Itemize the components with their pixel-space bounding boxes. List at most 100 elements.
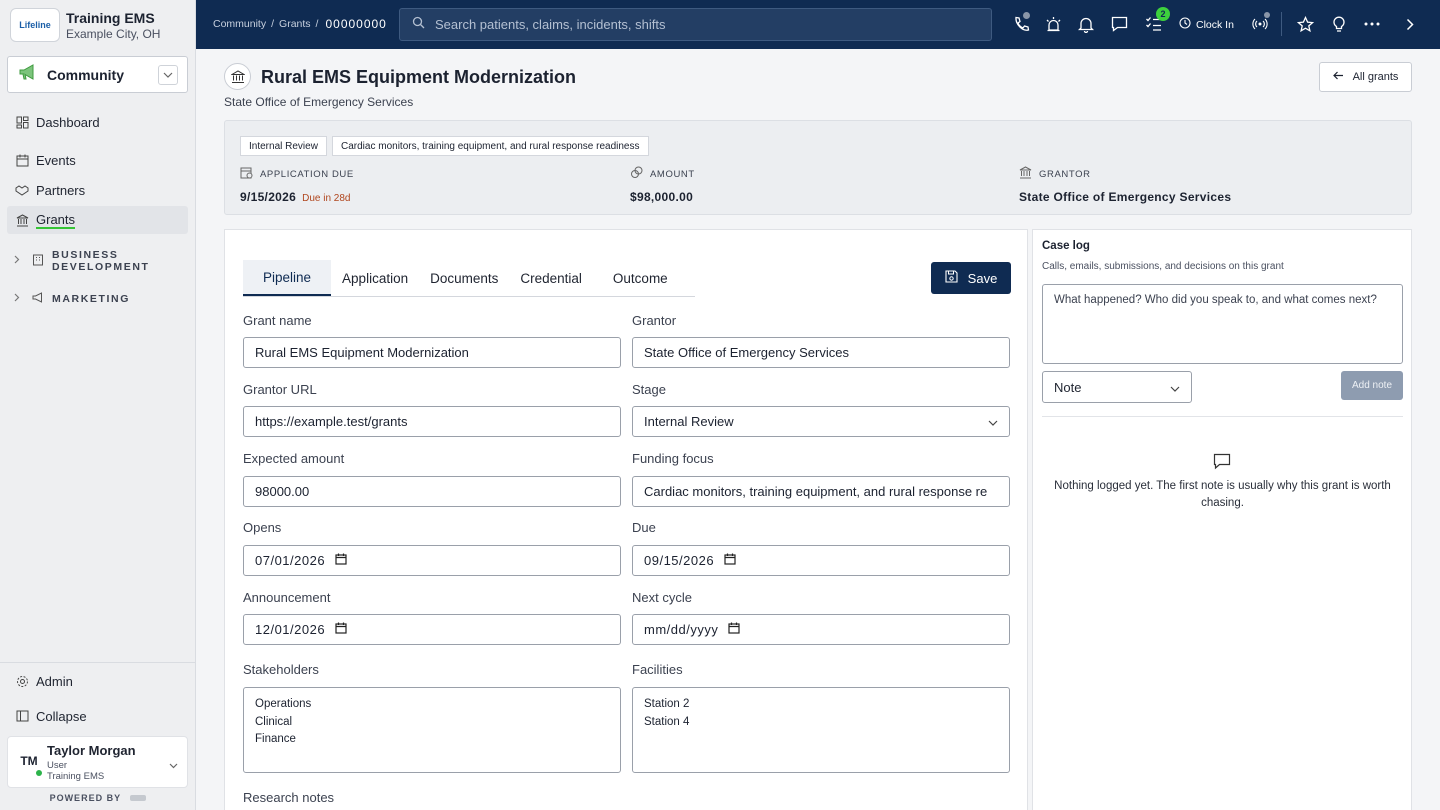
sidebar-group-business-development[interactable]: BUSINESS DEVELOPMENT [14,249,152,273]
user-name: Taylor Morgan [47,743,136,758]
opens-date-field[interactable]: 07/01/2026 [243,545,621,576]
user-org: Training EMS [47,771,105,782]
case-entry-type-value: Note [1054,379,1082,395]
tab-credential[interactable]: Credential [509,260,593,296]
stakeholders-label: Stakeholders [243,662,319,677]
siren-icon[interactable] [1043,14,1063,34]
due-value: 09/15/2026 [644,553,715,568]
facility-line: Station 2 [644,698,690,710]
chat-icon[interactable] [1109,14,1129,34]
powered-by-label: POWERED BY [49,793,121,803]
user-menu[interactable]: TM Taylor Morgan User Training EMS [7,736,188,788]
save-button[interactable]: Save [931,262,1011,294]
sidebar-item-label: Events [36,152,76,168]
grantor-url-field[interactable]: https://example.test/grants [243,406,621,437]
sidebar-collapse-button[interactable]: Collapse [7,702,188,730]
chevron-down-icon[interactable] [158,65,178,85]
opens-label: Opens [243,520,282,535]
breadcrumb-current-id: 00000000 [325,17,387,31]
breadcrumb-grants[interactable]: Grants [279,18,311,30]
calendar-icon[interactable] [728,622,740,637]
next-cycle-date-field[interactable]: mm/dd/yyyy [632,614,1010,645]
page-subtitle: State Office of Emergency Services [224,95,414,109]
sidebar-item-admin[interactable]: Admin [7,667,188,695]
grant-name-field[interactable]: Rural EMS Equipment Modernization [243,337,621,368]
add-note-button[interactable]: Add note [1341,371,1403,400]
due-label: Due [632,520,656,535]
bell-icon[interactable] [1076,14,1096,34]
global-search[interactable] [399,8,992,41]
chevron-right-icon[interactable] [1400,14,1420,34]
amount-value: $98,000.00 [630,190,694,204]
calendar-icon[interactable] [724,553,736,568]
case-log-panel: Case log Calls, emails, submissions, and… [1032,229,1412,810]
stakeholders-textarea[interactable]: Operations Clinical Finance [243,687,621,773]
module-switcher[interactable]: Community [7,56,188,93]
user-role: User [47,760,68,771]
stage-label: Stage [632,382,666,397]
grantor-field[interactable]: State Office of Emergency Services [632,337,1010,368]
clock-in-button[interactable]: Clock In [1179,17,1234,32]
gear-icon [15,674,29,688]
megaphone-icon [32,292,46,306]
bank-icon [15,213,29,227]
grant-form: Pipeline Application Documents Credentia… [224,229,1028,810]
opens-value: 07/01/2026 [255,553,326,568]
org-city: Example City, OH [66,26,161,41]
tab-pipeline[interactable]: Pipeline [243,260,332,296]
stage-value: Internal Review [644,414,734,429]
sidebar: Lifeline Training EMS Example City, OH C… [0,0,196,810]
case-log-empty-message: Nothing logged yet. The first note is us… [1054,480,1391,509]
dashboard-icon [15,115,29,129]
more-icon[interactable] [1362,14,1382,34]
tab-outcome[interactable]: Outcome [593,260,679,296]
chat-icon [1213,453,1231,475]
calendar-icon[interactable] [335,553,347,568]
bank-icon [1019,166,1032,182]
next-cycle-value: mm/dd/yyyy [644,622,719,637]
all-grants-button[interactable]: All grants [1319,62,1412,92]
megaphone-icon [18,63,38,86]
grantor-field-label: Grantor [632,313,677,328]
coins-icon [630,166,643,182]
sidebar-item-label: Partners [36,182,86,198]
tab-documents[interactable]: Documents [419,260,509,296]
sidebar-item-dashboard[interactable]: Dashboard [7,108,188,136]
stakeholder-line: Clinical [255,715,293,728]
org-name: Training EMS [66,9,155,26]
stage-select[interactable]: Internal Review [632,406,1010,437]
sidebar-item-partners[interactable]: Partners [7,176,188,204]
due-date-field[interactable]: 09/15/2026 [632,545,1010,576]
breadcrumb-community[interactable]: Community [213,18,266,30]
research-notes-label: Research notes [243,790,335,805]
sidebar-group-marketing[interactable]: MARKETING [14,292,130,306]
clock-icon [1179,17,1191,32]
due-countdown: Due in 28d [302,193,351,204]
star-icon[interactable] [1295,14,1315,34]
expected-amount-field[interactable]: 98000.00 [243,476,621,507]
breadcrumb: Community / Grants / 00000000 [213,17,387,31]
arrow-left-icon [1332,71,1344,83]
chevron-down-icon [988,414,998,429]
stakeholder-line: Operations [255,698,312,710]
announcement-date-field[interactable]: 12/01/2026 [243,614,621,645]
search-input[interactable] [435,17,975,32]
case-note-input[interactable]: What happened? Who did you speak to, and… [1042,284,1403,364]
sidebar-item-grants[interactable]: Grants [7,206,188,234]
tab-application[interactable]: Application [331,260,419,296]
facilities-textarea[interactable]: Station 2 Station 4 [632,687,1010,773]
broadcast-status-dot [1264,12,1270,18]
case-entry-type-select[interactable]: Note [1042,371,1192,403]
stakeholder-line: Finance [255,733,296,745]
announcement-value: 12/01/2026 [255,622,326,637]
sidebar-item-events[interactable]: Events [7,146,188,174]
breadcrumb-separator: / [315,18,319,30]
org-switcher[interactable]: Lifeline Training EMS Example City, OH [10,6,190,44]
calendar-icon[interactable] [335,622,347,637]
funding-focus-field[interactable]: Cardiac monitors, training equipment, an… [632,476,1010,507]
lightbulb-icon[interactable] [1329,14,1349,34]
org-logo: Lifeline [10,8,60,42]
save-label: Save [967,270,998,286]
expected-amount-label: Expected amount [243,451,345,466]
chevron-down-icon [169,756,178,774]
